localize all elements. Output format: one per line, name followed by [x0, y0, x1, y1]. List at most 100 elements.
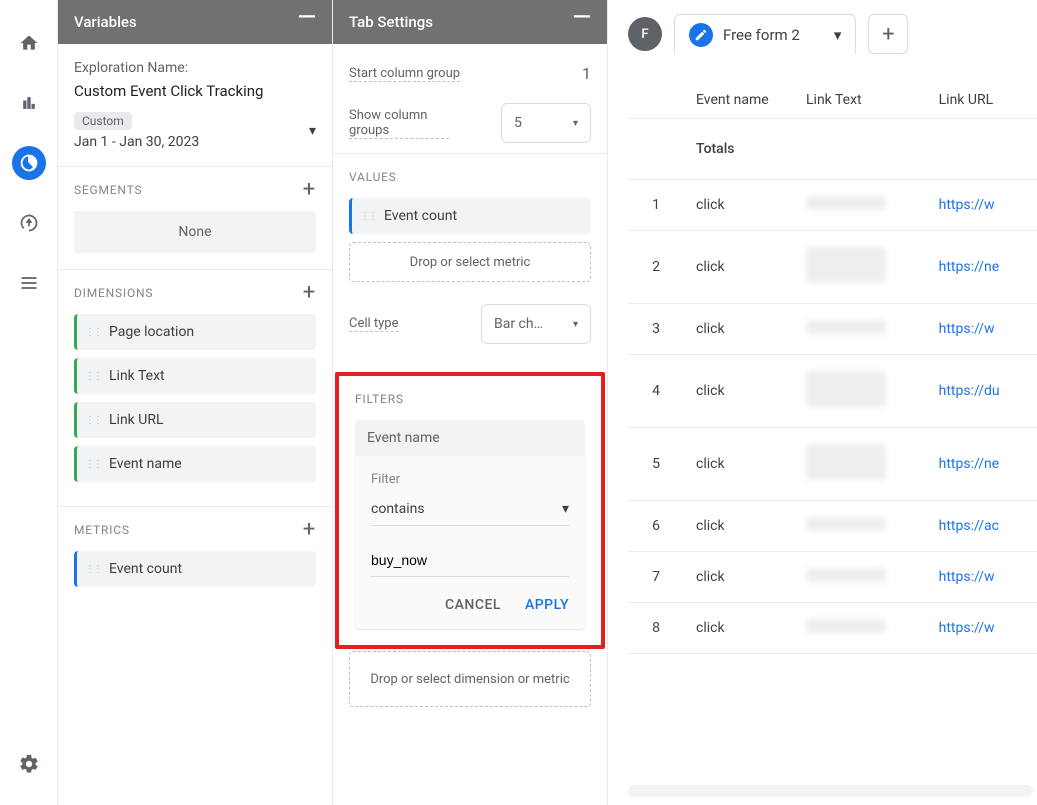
tab-settings-panel: Tab Settings — Start column group 1 Show…: [333, 0, 608, 805]
value-chip-label: Event count: [384, 208, 457, 224]
segments-header: SEGMENTS +: [74, 183, 316, 197]
cell-event-name: click: [688, 552, 798, 603]
filter-editor: Filter contains ▾ CANCEL APPLY: [355, 456, 585, 629]
dimension-chip[interactable]: ⋮⋮Event name: [74, 446, 316, 482]
cell-link-url: https://du: [931, 355, 1037, 428]
totals-label: Totals: [688, 119, 798, 180]
explore-icon[interactable]: [12, 146, 46, 180]
table-row: 2click https://ne: [628, 231, 1037, 304]
metric-chip[interactable]: ⋮⋮Event count: [74, 551, 316, 587]
row-index: 3: [628, 304, 688, 355]
date-range-control[interactable]: Custom Jan 1 - Jan 30, 2023: [74, 112, 199, 150]
row-index: 1: [628, 180, 688, 231]
dimension-chip[interactable]: ⋮⋮Page location: [74, 314, 316, 350]
cell-event-name: click: [688, 231, 798, 304]
add-tab-button[interactable]: +: [868, 14, 908, 54]
value-chip[interactable]: ⋮⋮Event count: [349, 198, 591, 234]
values-label: VALUES: [349, 170, 591, 184]
advertising-icon[interactable]: [12, 206, 46, 240]
dimension-chip[interactable]: ⋮⋮Link URL: [74, 402, 316, 438]
canvas-area: F Free form 2 ▾ + Event name Link Text L…: [608, 0, 1037, 805]
col-link-text[interactable]: Link Text: [798, 82, 931, 119]
settings-icon[interactable]: [12, 747, 46, 781]
cell-event-name: click: [688, 355, 798, 428]
cell-link-text: [798, 304, 931, 355]
cell-event-name: click: [688, 304, 798, 355]
metric-label: Event count: [109, 561, 182, 577]
row-index: 2: [628, 231, 688, 304]
reports-icon[interactable]: [12, 86, 46, 120]
dimensions-header: DIMENSIONS +: [74, 286, 316, 300]
row-index: 6: [628, 501, 688, 552]
table-row: 4clickhttps://du: [628, 355, 1037, 428]
exploration-name-label: Exploration Name:: [74, 60, 316, 76]
configure-icon[interactable]: [12, 266, 46, 300]
pencil-icon: [689, 23, 713, 47]
table-row: 5clickhttps://ne: [628, 428, 1037, 501]
cell-link-url: https://w: [931, 552, 1037, 603]
row-index: 5: [628, 428, 688, 501]
start-col-group-value[interactable]: 1: [582, 64, 591, 83]
cell-link-url: https://w: [931, 304, 1037, 355]
technique-avatar[interactable]: F: [628, 17, 662, 51]
cell-event-name: click: [688, 180, 798, 231]
tab-settings-header: Tab Settings —: [333, 0, 607, 44]
row-index: 8: [628, 603, 688, 654]
dimension-chip[interactable]: ⋮⋮Link Text: [74, 358, 316, 394]
cell-link-url: https://w: [931, 603, 1037, 654]
row-index: 7: [628, 552, 688, 603]
cell-type-select[interactable]: Bar ch… ▾: [481, 304, 591, 344]
cell-link-text: [798, 180, 931, 231]
drop-metric-zone[interactable]: Drop or select metric: [349, 242, 591, 282]
tab-menu-icon[interactable]: ▾: [834, 26, 842, 44]
col-link-url[interactable]: Link URL: [931, 82, 1037, 119]
segments-none[interactable]: None: [74, 211, 316, 253]
cancel-button[interactable]: CANCEL: [445, 597, 501, 613]
dropdown-arrow-icon: ▾: [573, 118, 578, 129]
tab-name: Free form 2: [723, 26, 800, 44]
cell-event-name: click: [688, 428, 798, 501]
cell-event-name: click: [688, 603, 798, 654]
show-col-groups-select[interactable]: 5 ▾: [501, 103, 591, 143]
col-event-name[interactable]: Event name: [688, 82, 798, 119]
filter-value-input[interactable]: [371, 544, 569, 577]
exploration-name-value[interactable]: Custom Event Click Tracking: [74, 82, 316, 100]
dimension-label: Link Text: [109, 368, 165, 384]
show-col-groups-value: 5: [514, 115, 522, 131]
cell-link-url: https://w: [931, 180, 1037, 231]
table-row: 3click https://w: [628, 304, 1037, 355]
segments-label: SEGMENTS: [74, 183, 142, 197]
left-nav: [0, 0, 58, 805]
cell-event-name: click: [688, 501, 798, 552]
variables-title: Variables: [74, 13, 137, 31]
cell-link-url: https://ne: [931, 231, 1037, 304]
table-row: 8click https://w: [628, 603, 1037, 654]
cell-type-value: Bar ch…: [494, 316, 543, 332]
apply-button[interactable]: APPLY: [525, 597, 569, 613]
filter-dimension-chip[interactable]: Event name: [355, 420, 585, 456]
metrics-header: METRICS +: [74, 523, 316, 537]
cell-type-label: Cell type: [349, 316, 399, 332]
cell-link-text: [798, 231, 931, 304]
filter-operator-select[interactable]: contains ▾: [371, 493, 569, 526]
cell-link-text: [798, 603, 931, 654]
dropdown-arrow-icon[interactable]: ▾: [309, 123, 316, 139]
filter-operator-value: contains: [371, 501, 425, 517]
variables-panel: Variables — Exploration Name: Custom Eve…: [58, 0, 333, 805]
tab-settings-title: Tab Settings: [349, 13, 433, 31]
metrics-label: METRICS: [74, 523, 130, 537]
minimize-tab-settings-icon[interactable]: —: [573, 17, 592, 27]
minimize-variables-icon[interactable]: —: [298, 17, 317, 27]
filters-label: FILTERS: [355, 392, 585, 406]
tab-bar: F Free form 2 ▾ +: [628, 14, 1037, 54]
table-row: 7click https://w: [628, 552, 1037, 603]
drop-filter-zone[interactable]: Drop or select dimension or metric: [349, 651, 591, 707]
horizontal-scrollbar[interactable]: [628, 785, 1033, 797]
home-icon[interactable]: [12, 26, 46, 60]
cell-link-url: https://ac: [931, 501, 1037, 552]
table-row: 1click https://w: [628, 180, 1037, 231]
cell-link-text: [798, 355, 931, 428]
table-row: 6click https://ac: [628, 501, 1037, 552]
dimensions-label: DIMENSIONS: [74, 286, 153, 300]
tab-freeform[interactable]: Free form 2 ▾: [674, 14, 856, 54]
